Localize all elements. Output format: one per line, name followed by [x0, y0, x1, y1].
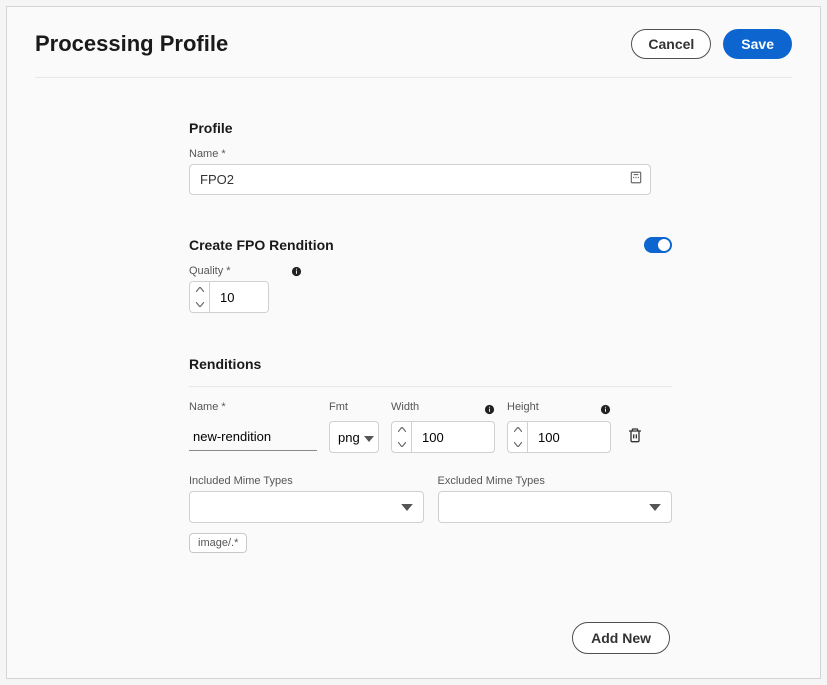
renditions-section: Renditions Name * Fmt Width Height — [189, 355, 672, 553]
renditions-section-title: Renditions — [189, 356, 672, 372]
fpo-section-title: Create FPO Rendition — [189, 237, 334, 253]
info-icon[interactable] — [483, 403, 495, 415]
rendition-format-value: png — [338, 430, 360, 445]
width-step-down[interactable] — [392, 437, 411, 452]
profile-name-input[interactable] — [189, 164, 651, 195]
excluded-mime-select[interactable] — [438, 491, 673, 523]
rend-name-label: Name * — [189, 401, 317, 413]
cancel-button[interactable]: Cancel — [631, 29, 711, 59]
footer: Add New — [572, 622, 670, 654]
quality-step-down[interactable] — [190, 297, 209, 312]
header-actions: Cancel Save — [631, 29, 792, 59]
profile-section: Profile Name * — [189, 120, 672, 195]
info-icon[interactable] — [599, 403, 611, 415]
rendition-name-input[interactable] — [189, 423, 317, 451]
quality-step-up[interactable] — [190, 282, 209, 297]
chevron-down-icon — [401, 498, 413, 516]
panel-header: Processing Profile Cancel Save — [35, 29, 792, 78]
height-input[interactable] — [528, 422, 601, 452]
mime-chip[interactable]: image/.* — [189, 533, 247, 553]
profile-name-label: Name * — [189, 148, 672, 160]
form-area: Profile Name * Create FPO Rendition Qual… — [35, 78, 792, 553]
width-stepper — [391, 421, 495, 453]
rend-fmt-label: Fmt — [329, 401, 379, 413]
mime-section: Included Mime Types image/.* Excluded Mi… — [189, 475, 672, 553]
chevron-down-icon — [649, 498, 661, 516]
rend-height-label: Height — [507, 401, 539, 413]
renditions-header-row: Name * Fmt Width Height — [189, 386, 672, 417]
included-mime-label: Included Mime Types — [189, 475, 424, 487]
profile-name-wrap — [189, 164, 651, 195]
rend-width-label: Width — [391, 401, 419, 413]
save-button[interactable]: Save — [723, 29, 792, 59]
included-mime-select[interactable] — [189, 491, 424, 523]
chevron-down-icon — [364, 430, 374, 445]
height-stepper — [507, 421, 611, 453]
add-new-button[interactable]: Add New — [572, 622, 670, 654]
rendition-format-select[interactable]: png — [329, 421, 379, 453]
fpo-section: Create FPO Rendition Quality * — [189, 237, 672, 313]
fpo-toggle[interactable] — [644, 237, 672, 253]
height-step-down[interactable] — [508, 437, 527, 452]
filter-icon — [629, 170, 643, 189]
width-input[interactable] — [412, 422, 485, 452]
rendition-row: png — [189, 421, 672, 453]
quality-label: Quality * — [189, 265, 231, 277]
delete-rendition-button[interactable] — [627, 426, 643, 449]
width-step-up[interactable] — [392, 422, 411, 437]
fpo-section-header: Create FPO Rendition — [189, 237, 672, 253]
quality-stepper — [189, 281, 269, 313]
page-title: Processing Profile — [35, 31, 228, 57]
height-step-up[interactable] — [508, 422, 527, 437]
excluded-mime-label: Excluded Mime Types — [438, 475, 673, 487]
quality-input[interactable] — [210, 282, 268, 312]
profile-section-title: Profile — [189, 120, 672, 136]
info-icon[interactable] — [291, 265, 303, 277]
